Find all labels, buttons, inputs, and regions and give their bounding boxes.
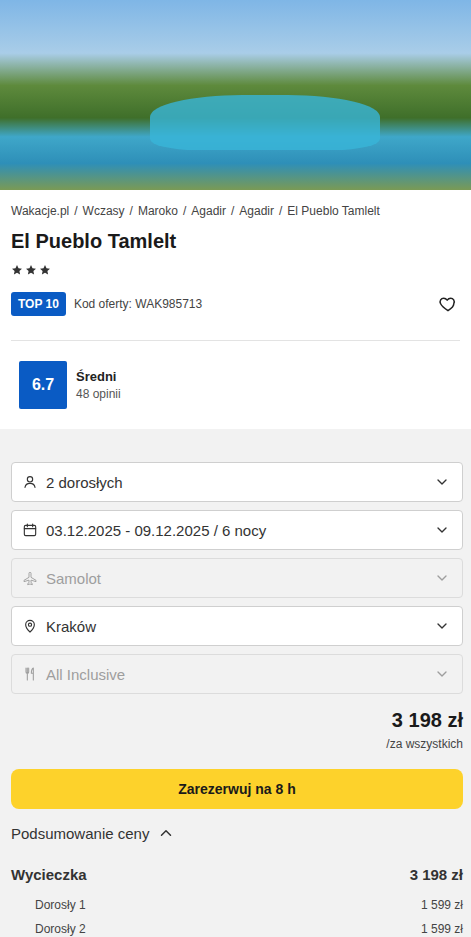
plane-icon (22, 570, 38, 586)
breadcrumb-separator: / (279, 204, 282, 218)
breadcrumb-item[interactable]: Wczasy (83, 204, 125, 218)
offer-meta: TOP 10 Kod oferty: WAK985713 (11, 292, 460, 316)
price-row: Dorosły 1 1 599 zł (11, 897, 463, 913)
breadcrumb-item[interactable]: Agadir (191, 204, 226, 218)
breadcrumb-item[interactable]: Agadir (239, 204, 274, 218)
hotel-stars (11, 264, 460, 276)
breadcrumb-separator: / (183, 204, 186, 218)
chevron-down-icon (434, 666, 450, 682)
book-button[interactable]: Zarezerwuj na 8 h (11, 769, 463, 809)
price-summary-toggle[interactable]: Podsumowanie ceny (11, 823, 463, 843)
select-field[interactable]: 2 dorosłych (11, 462, 463, 502)
chevron-down-icon (434, 570, 450, 586)
chevron-down-icon (434, 522, 450, 538)
price-summary: Wycieczka3 198 złDorosły 11 599 złDorosł… (11, 863, 463, 937)
price-note: /za wszystkich (11, 736, 463, 752)
divider (11, 340, 460, 341)
select-field[interactable]: Kraków (11, 606, 463, 646)
cutlery-icon (22, 666, 38, 682)
breadcrumb-item[interactable]: Wakacje.pl (11, 204, 69, 218)
pool-area (150, 95, 380, 150)
rating-reviews: 48 opinii (76, 386, 121, 402)
top-badge: TOP 10 (11, 292, 66, 316)
rating-score: 6.7 (19, 361, 67, 409)
chevron-up-icon (157, 824, 175, 842)
field-value: Samolot (46, 570, 426, 587)
hotel-title: El Pueblo Tamlelt (11, 228, 460, 254)
rating-text: Średni48 opinii (76, 368, 121, 402)
hotel-photo[interactable] (0, 0, 471, 190)
rating[interactable]: 6.7 Średni48 opinii (11, 361, 460, 409)
heart-icon[interactable] (438, 294, 458, 314)
select-field: Samolot (11, 558, 463, 598)
star-icon (11, 264, 23, 276)
location-pin-icon (22, 618, 38, 634)
total-price: 3 198 zł (11, 708, 463, 732)
star-icon (39, 264, 51, 276)
breadcrumb: Wakacje.pl / Wczasy / Maroko / Agadir / Agadir / E… (11, 204, 460, 218)
chevron-down-icon (434, 474, 450, 490)
price-row-amount: 1 599 zł (421, 922, 463, 936)
star-icon (25, 264, 37, 276)
price-row-label: Wycieczka (11, 863, 87, 887)
rating-label: Średni (76, 368, 121, 386)
calendar-icon (22, 522, 38, 538)
hotel-info: Wakacje.pl / Wczasy / Maroko / Agadir / Agadir / E… (0, 190, 471, 429)
price-row-amount: 3 198 zł (410, 863, 463, 887)
booking-panel: 2 dorosłych 03.12.2025 - 09.12.2025 / 6 n… (0, 429, 471, 937)
breadcrumb-item[interactable]: El Pueblo Tamlelt (287, 204, 380, 218)
field-value: Kraków (46, 618, 426, 635)
chevron-down-icon (434, 618, 450, 634)
offer-code: Kod oferty: WAK985713 (74, 297, 430, 311)
price-row-amount: 1 599 zł (421, 898, 463, 912)
person-icon (22, 474, 38, 490)
select-field[interactable]: 03.12.2025 - 09.12.2025 / 6 nocy (11, 510, 463, 550)
field-value: 03.12.2025 - 09.12.2025 / 6 nocy (46, 522, 426, 539)
booking-fields: 2 dorosłych 03.12.2025 - 09.12.2025 / 6 n… (11, 462, 463, 694)
price-row: Wycieczka 3 198 zł (11, 863, 463, 887)
field-value: 2 dorosłych (46, 474, 426, 491)
breadcrumb-separator: / (130, 204, 133, 218)
price-summary-title: Podsumowanie ceny (11, 825, 149, 842)
price-block: 3 198 zł/za wszystkich (11, 708, 463, 752)
breadcrumb-item[interactable]: Maroko (138, 204, 178, 218)
select-field: All Inclusive (11, 654, 463, 694)
field-value: All Inclusive (46, 666, 426, 683)
price-row-label: Dorosły 1 (35, 898, 86, 912)
offer-page: Wakacje.pl / Wczasy / Maroko / Agadir / Agadir / E… (0, 0, 471, 937)
breadcrumb-separator: / (74, 204, 77, 218)
price-row-label: Dorosły 2 (35, 922, 86, 936)
breadcrumb-separator: / (231, 204, 234, 218)
price-row: Dorosły 2 1 599 zł (11, 921, 463, 937)
